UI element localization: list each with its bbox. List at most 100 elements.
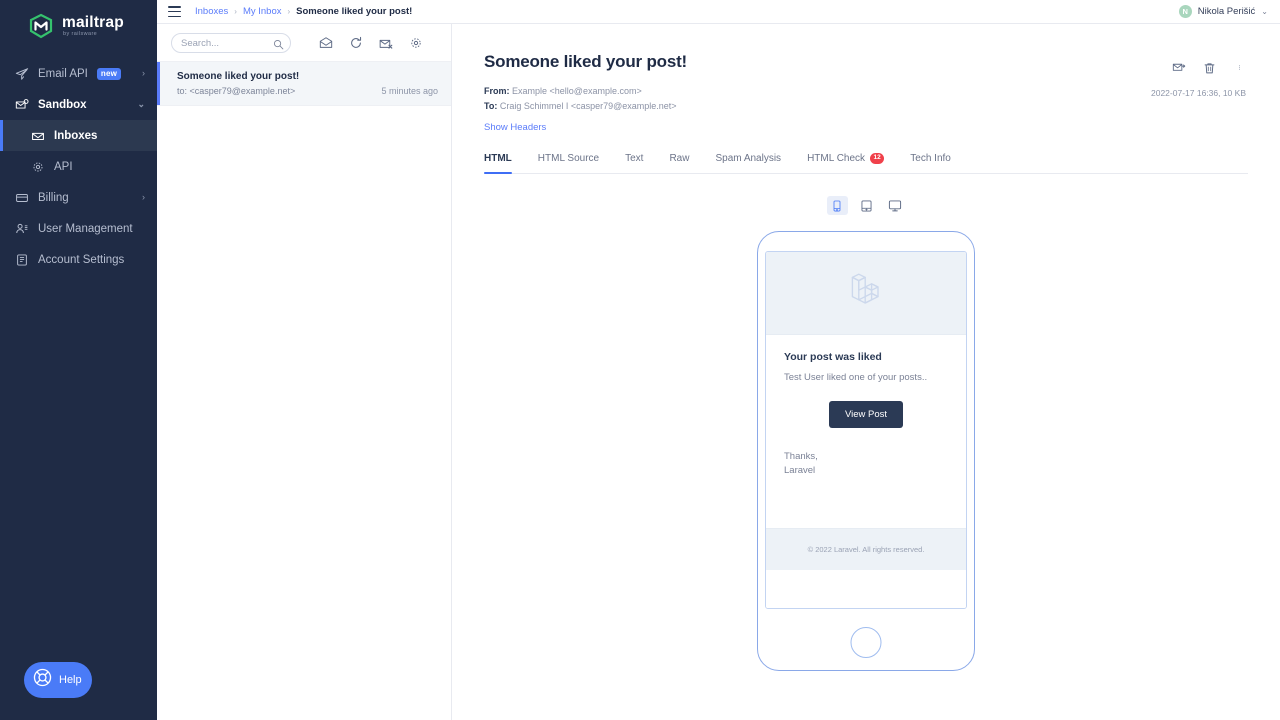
mark-all-read-icon[interactable] [319,36,333,50]
search-field-wrap [171,33,291,53]
message-subject: Someone liked your post! [177,71,300,82]
phone-home-button [850,627,882,658]
mobile-view-icon[interactable] [826,196,848,215]
refresh-icon[interactable] [349,36,363,50]
tab-label: Spam Analysis [715,153,782,164]
message-meta: to: <casper79@example.net> 5 minutes ago [177,86,438,96]
main-region: Inboxes › My Inbox › Someone liked your … [157,0,1280,720]
from-row: From: Example <hello@example.com> [484,84,1244,99]
show-headers-link[interactable]: Show Headers [484,122,546,133]
document-icon [14,252,29,267]
sidebar-label-inboxes: Inboxes [54,129,98,142]
chevron-down-icon: ⌄ [1261,7,1268,16]
sidebar-item-billing[interactable]: Billing › [0,182,157,213]
breadcrumb: Inboxes › My Inbox › Someone liked your … [195,6,412,17]
inbox-settings-icon[interactable] [409,36,423,50]
sidebar-item-user-management[interactable]: User Management [0,213,157,244]
toolbar-icons [319,36,423,50]
list-item[interactable]: Someone liked your post! to: <casper79@e… [157,62,451,106]
sidebar-item-email-api[interactable]: Email API new › [0,58,157,89]
email-footer-spacer [766,570,966,608]
message-recipient: to: <casper79@example.net> [177,86,296,96]
tab-label: HTML Check [807,153,866,164]
sidebar-label-billing: Billing [38,191,69,204]
search-input[interactable] [171,33,291,53]
chevron-down-icon: ⌄ [137,99,145,109]
breadcrumb-current: Someone liked your post! [296,6,413,17]
user-menu[interactable]: N Nikola Perišić ⌄ [1178,5,1268,18]
breadcrumb-separator-icon: › [234,7,237,16]
mailtrap-logo-icon [28,13,54,39]
tab-raw[interactable]: Raw [656,153,702,173]
more-options-icon[interactable] [1232,60,1246,75]
signoff-line-1: Thanks, [784,451,818,462]
trash-icon[interactable] [1202,60,1216,75]
avatar: N [1178,5,1192,18]
delete-all-icon[interactable] [379,36,393,50]
paper-plane-icon [14,66,29,81]
desktop-view-icon[interactable] [885,196,906,215]
device-toggle-group [826,196,906,215]
sidebar: mailtrap by railsware Email API new › Sa… [0,0,157,720]
help-label: Help [59,674,82,686]
brand-tagline: by railsware [63,31,98,37]
email-cta-wrap: View Post [784,383,948,428]
top-bar: Inboxes › My Inbox › Someone liked your … [157,0,1280,24]
from-value: Example <hello@example.com> [512,86,642,96]
tab-spam-analysis[interactable]: Spam Analysis [702,153,794,173]
card-icon [14,190,29,205]
to-value: Craig Schimmel I <casper79@example.net> [499,101,677,111]
sidebar-item-inboxes[interactable]: Inboxes [0,120,157,151]
message-tabs: HTML HTML Source Text Raw Spam Analysis [484,153,1248,174]
message-actions [1172,60,1246,75]
brand-name: mailtrap [62,13,124,31]
chevron-right-icon: › [142,192,145,202]
lifebuoy-icon [32,667,53,693]
tab-html[interactable]: HTML [484,153,525,174]
signoff-line-2: Laravel [784,465,816,476]
tab-text[interactable]: Text [612,153,656,173]
email-body: Your post was liked Test User liked one … [766,335,966,516]
message-address-fields: From: Example <hello@example.com> To: Cr… [484,84,1244,114]
to-row: To: Craig Schimmel I <casper79@example.n… [484,99,1244,114]
message-detail-panel: Someone liked your post! From: Example <… [452,24,1280,720]
sidebar-item-api[interactable]: API [0,151,157,182]
tab-label: Text [625,153,644,164]
html-check-count-badge: 12 [870,153,885,164]
menu-toggle-icon[interactable] [168,6,181,17]
tab-tech-info[interactable]: Tech Info [897,153,964,173]
sidebar-nav: Email API new › Sandbox ⌄ Inboxes API Bi… [0,58,157,275]
tab-label: HTML [484,153,512,164]
forward-icon[interactable] [1172,60,1186,75]
email-hero [766,252,966,335]
message-list-toolbar [157,24,451,62]
email-preview-screen: Your post was liked Test User liked one … [765,251,967,609]
tablet-view-icon[interactable] [856,196,877,215]
inbox-gear-icon [14,97,29,112]
help-button[interactable]: Help [24,662,92,698]
sidebar-item-sandbox[interactable]: Sandbox ⌄ [0,89,157,120]
sidebar-label-api: API [54,160,73,173]
message-time: 5 minutes ago [381,86,438,96]
breadcrumb-inboxes[interactable]: Inboxes [195,6,228,17]
from-label: From: [484,86,510,96]
to-label: To: [484,101,498,111]
tab-html-check[interactable]: HTML Check 12 [794,153,897,173]
email-heading: Your post was liked [784,351,882,363]
sidebar-item-account-settings[interactable]: Account Settings [0,244,157,275]
breadcrumb-my-inbox[interactable]: My Inbox [243,6,282,17]
sidebar-label-sandbox: Sandbox [38,98,87,111]
laravel-logo-icon [838,263,894,324]
tab-label: Raw [669,153,690,164]
email-paragraph: Test User liked one of your posts.. [784,372,928,383]
sidebar-label-email-api: Email API [38,67,88,80]
message-header: Someone liked your post! From: Example <… [452,24,1280,135]
user-name: Nikola Perišić [1197,6,1256,17]
sidebar-label-user-management: User Management [38,222,133,235]
email-signoff: Thanks, Laravel [784,450,948,478]
brand-logo[interactable]: mailtrap by railsware [0,0,157,52]
view-post-button[interactable]: View Post [828,401,904,428]
email-footer: © 2022 Laravel. All rights reserved. [766,528,966,570]
tab-html-source[interactable]: HTML Source [525,153,612,173]
content-row: Someone liked your post! to: <casper79@e… [157,24,1280,720]
